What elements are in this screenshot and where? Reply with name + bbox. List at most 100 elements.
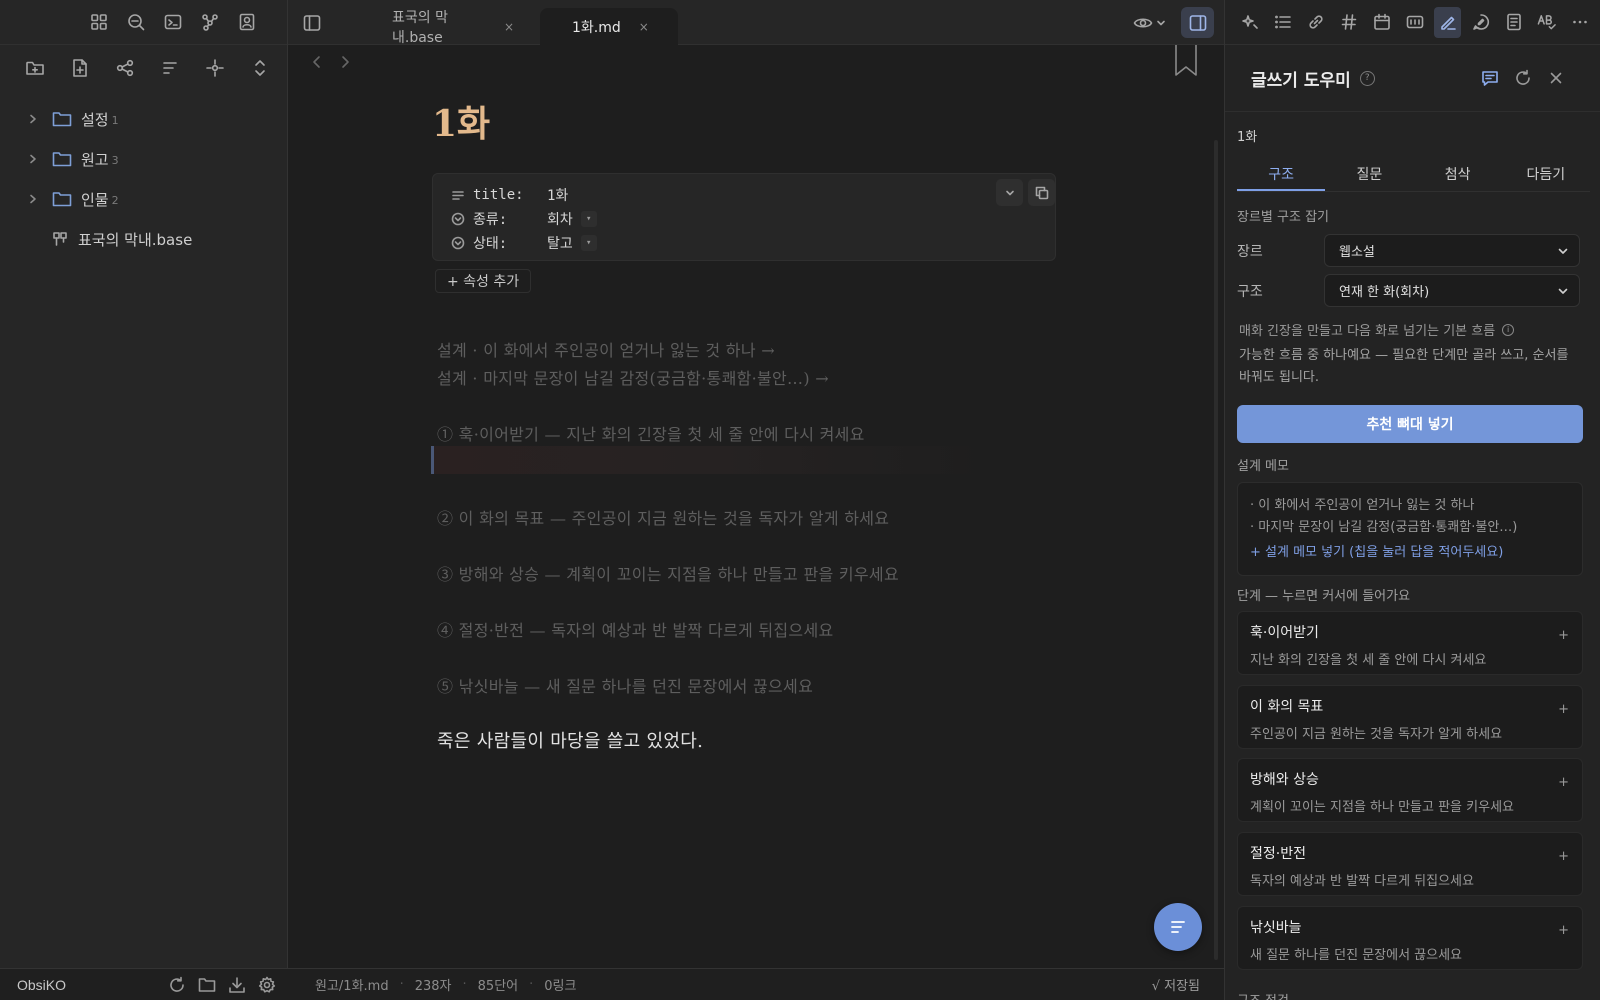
graph-icon[interactable] [201, 13, 219, 31]
genre-select[interactable]: 웹소설 [1324, 234, 1580, 267]
editor-line[interactable]: 설계 · 마지막 문장이 남길 감정(궁금함·통쾌함·불안…) → [437, 365, 829, 389]
editor-line[interactable]: ③ 방해와 상승 — 계획이 꼬이는 지점을 하나 만들고 판을 키우세요 [437, 561, 899, 585]
property-value[interactable]: 회차 [547, 209, 573, 229]
base-file-icon [52, 231, 68, 247]
active-line-highlight[interactable] [431, 446, 991, 474]
plus-icon[interactable]: + [1558, 849, 1569, 864]
folder-item[interactable]: 인물 2 [0, 179, 287, 219]
file-item[interactable]: 표국의 막내.base [0, 219, 287, 259]
vault-name[interactable]: ObsiKO [17, 977, 168, 993]
chevron-right-icon[interactable] [28, 194, 42, 204]
sidebar-toggle-icon[interactable] [302, 13, 322, 33]
view-mode-toggle[interactable] [1133, 13, 1166, 33]
folder-item[interactable]: 설정 1 [0, 99, 287, 139]
save-status: √ 저장됨 [1151, 979, 1200, 994]
sort-icon[interactable] [160, 58, 180, 78]
calendar-icon[interactable] [1372, 13, 1391, 32]
chevron-right-icon[interactable] [28, 114, 42, 124]
link-icon[interactable] [1306, 13, 1325, 32]
profile-icon[interactable] [238, 13, 256, 31]
list-icon[interactable] [1273, 13, 1292, 32]
magic-icon[interactable] [1240, 13, 1259, 32]
canvas-icon[interactable] [115, 58, 135, 78]
editor-line[interactable]: ④ 절정·반전 — 독자의 예상과 반 발짝 다르게 뒤집으세요 [437, 617, 834, 641]
search-icon[interactable] [127, 13, 145, 31]
property-row[interactable]: 상태: 탈고 ▾ [451, 231, 1037, 255]
tab-feedback[interactable]: 첨삭 [1414, 157, 1502, 191]
property-row[interactable]: 종류: 회차 ▾ [451, 207, 1037, 231]
property-value[interactable]: 탈고 [547, 233, 573, 253]
story-text[interactable]: 죽은 사람들이 마당을 쓸고 있었다. [437, 727, 703, 753]
right-sidebar-toggle[interactable] [1181, 7, 1214, 38]
copy-icon[interactable] [1028, 179, 1055, 206]
structure-select[interactable]: 연재 한 화(회차) [1324, 274, 1580, 307]
status-separator: · [462, 977, 467, 992]
new-folder-icon[interactable] [25, 58, 45, 78]
info-icon[interactable]: i [1502, 323, 1515, 336]
forward-icon[interactable] [338, 55, 352, 69]
close-icon[interactable]: × [504, 20, 514, 34]
step-card[interactable]: 절정·반전 독자의 예상과 반 발짝 다르게 뒤집으세요 + [1237, 832, 1583, 896]
properties-block: title: 1화 종류: 회차 ▾ 상태: 탈고 ▾ [432, 173, 1056, 261]
add-memo-link[interactable]: + 설계 메모 넣기 (칩을 눌러 답을 적어두세요) [1250, 541, 1570, 560]
chevron-down-icon[interactable]: ▾ [580, 235, 597, 251]
outline-fab-button[interactable] [1154, 903, 1202, 951]
editor-pane[interactable]: 1화 title: 1화 종류: 회차 ▾ 상태: 탈고 ▾ + 속성 추가 설… [288, 45, 1224, 968]
refresh-icon[interactable] [1514, 69, 1532, 87]
comment-icon[interactable] [1481, 69, 1499, 87]
writing-icon[interactable] [1434, 6, 1461, 38]
editor-line[interactable]: ⑤ 낚싯바늘 — 새 질문 하나를 던진 문장에서 끊으세요 [437, 673, 813, 697]
editor-line[interactable]: 설계 · 이 화에서 주인공이 얻거나 잃는 것 하나 → [437, 337, 775, 361]
help-icon[interactable]: ? [1359, 70, 1375, 86]
current-note-title: 1화 [1237, 130, 1258, 145]
tab-questions[interactable]: 질문 [1325, 157, 1413, 191]
note-icon[interactable] [1504, 13, 1523, 32]
step-card[interactable]: 방해와 상승 계획이 꼬이는 지점을 하나 만들고 판을 키우세요 + [1237, 758, 1583, 822]
folder-item[interactable]: 원고 3 [0, 139, 287, 179]
chevron-right-icon[interactable] [28, 154, 42, 164]
plus-icon[interactable]: + [1558, 923, 1569, 938]
settings-gear-icon[interactable] [258, 976, 276, 994]
property-value[interactable]: 1화 [547, 185, 568, 205]
dashboard-icon[interactable] [90, 13, 108, 31]
focus-icon[interactable] [205, 58, 225, 78]
plus-icon[interactable]: + [1558, 775, 1569, 790]
scrollbar[interactable] [1214, 140, 1218, 960]
step-description: 계획이 꼬이는 지점을 하나 만들고 판을 키우세요 [1250, 800, 1514, 815]
tab-polish[interactable]: 다듬기 [1502, 157, 1590, 191]
memo-chip[interactable]: · 마지막 문장이 남길 감정(궁금함·통쾌함·불안…) [1250, 516, 1570, 538]
plus-icon[interactable]: + [1558, 628, 1569, 643]
note-title[interactable]: 1화 [432, 95, 490, 147]
hashtag-icon[interactable] [1339, 13, 1358, 32]
download-icon[interactable] [228, 976, 246, 994]
terminal-icon[interactable] [164, 13, 182, 31]
step-card[interactable]: 훅·이어받기 지난 화의 긴장을 첫 세 줄 안에 다시 켜세요 + [1237, 611, 1583, 675]
sync-icon[interactable] [168, 976, 186, 994]
spellcheck-icon[interactable] [1537, 13, 1556, 32]
close-icon[interactable] [1547, 69, 1565, 87]
memo-chip[interactable]: · 이 화에서 주인공이 얻거나 잃는 것 하나 [1250, 494, 1570, 516]
collapse-icon[interactable] [250, 58, 270, 78]
more-icon[interactable] [1570, 13, 1589, 32]
bookmark-icon[interactable] [1174, 45, 1198, 77]
tab-structure[interactable]: 구조 [1237, 157, 1326, 191]
add-property-button[interactable]: + 속성 추가 [435, 269, 532, 293]
close-icon[interactable]: × [639, 20, 649, 34]
tab-base-file[interactable]: 표국의 막내.base × [378, 8, 528, 46]
editor-line[interactable]: ② 이 화의 목표 — 주인공이 지금 원하는 것을 독자가 알게 하세요 [437, 505, 889, 529]
plus-icon[interactable]: + [1558, 702, 1569, 717]
tab-note[interactable]: 1화.md × [540, 8, 678, 45]
chevron-down-icon[interactable]: ▾ [580, 211, 597, 227]
editor-line[interactable]: ① 훅·이어받기 — 지난 화의 긴장을 첫 세 줄 안에 다시 켜세요 [437, 421, 865, 445]
step-card[interactable]: 이 화의 목표 주인공이 지금 원하는 것을 독자가 알게 하세요 + [1237, 685, 1583, 749]
new-note-icon[interactable] [70, 58, 90, 78]
insert-outline-button[interactable]: 추천 뼈대 넣기 [1237, 405, 1583, 443]
folder-icon[interactable] [198, 976, 216, 994]
step-card[interactable]: 낚싯바늘 새 질문 하나를 던진 문장에서 끊으세요 + [1237, 906, 1583, 970]
status-path[interactable]: 원고/1화.md [315, 975, 389, 994]
back-icon[interactable] [310, 55, 324, 69]
slides-icon[interactable] [1405, 13, 1424, 32]
chat-icon[interactable] [1471, 13, 1490, 32]
collapse-properties-button[interactable] [996, 179, 1023, 206]
property-row[interactable]: title: 1화 [451, 183, 1037, 207]
